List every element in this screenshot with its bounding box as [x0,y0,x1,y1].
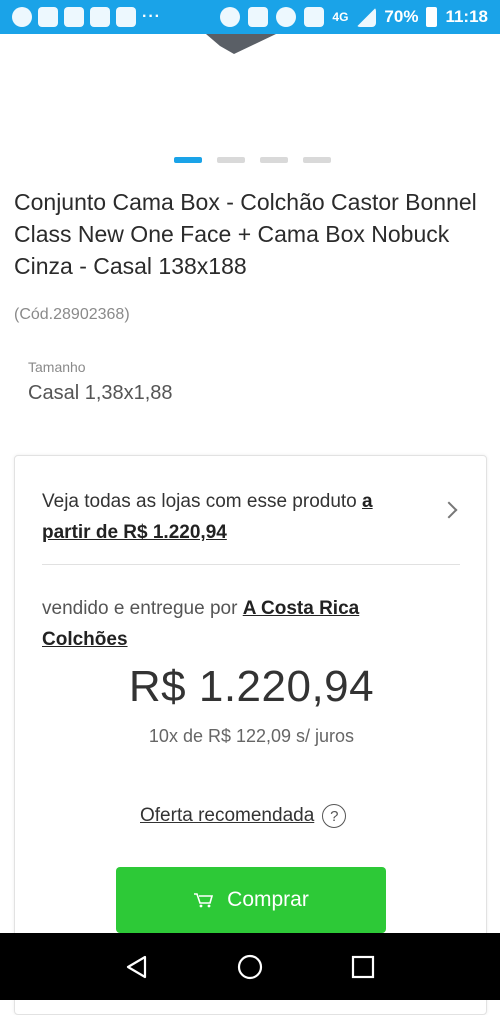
carousel-dot[interactable] [260,157,288,163]
whatsapp-icon [12,7,32,27]
product-image[interactable] [0,34,500,149]
cart-icon [193,892,215,908]
chevron-right-icon[interactable] [440,501,458,519]
vibrate-icon [248,7,269,27]
recents-icon[interactable] [348,952,378,982]
recommended-offer-label[interactable]: Oferta recomendada [140,805,314,827]
battery-percent: 70% [384,7,419,26]
battery-icon [426,7,438,27]
carousel-dot[interactable] [303,157,331,163]
installments: 10x de R$ 122,09 s/ juros [148,726,355,746]
apps-icon [90,7,110,27]
facebook-icon [64,7,84,27]
clock: 11:18 [445,7,488,26]
all-stores-text: Veja todas as lojas com esse produto [42,491,363,512]
all-stores-link[interactable]: Veja todas as lojas com esse produto a p… [42,486,422,548]
navigation-bar [0,933,500,1000]
status-bar: ··· 4G 70% 11:18 [0,0,500,34]
buy-button-label: Comprar [227,888,309,911]
seller-text: vendido e entregue por [42,598,243,619]
recommended-offer[interactable]: Oferta recomendada ? [140,804,347,828]
facebook-icon [38,7,58,27]
network-type: 4G [332,10,349,24]
home-icon[interactable] [235,952,265,982]
help-icon[interactable]: ? [322,804,347,828]
carousel-dot[interactable] [174,157,202,163]
alarm-icon [276,7,297,27]
more-notifications-icon: ··· [142,8,161,25]
carousel-indicator[interactable] [174,157,331,163]
gmail-icon [116,7,136,27]
size-label: Tamanho [28,359,86,375]
carousel-dot[interactable] [217,157,245,163]
seller-info: vendido e entregue por A Costa Rica Colc… [42,593,442,655]
size-value[interactable]: Casal 1,38x1,88 [28,382,173,405]
do-not-disturb-icon [220,7,241,27]
price: R$ 1.220,94 [128,662,375,711]
product-code: (Cód.28902368) [14,306,130,323]
product-title: Conjunto Cama Box - Colchão Castor Bonne… [14,189,477,279]
buy-button[interactable]: Comprar [116,867,386,933]
offer-card: Veja todas as lojas com esse produto a p… [14,455,487,1015]
divider [42,564,460,565]
wifi-call-icon [304,7,325,27]
product-image-fragment [206,34,276,54]
signal-icon [356,7,377,27]
back-icon[interactable] [122,952,152,982]
